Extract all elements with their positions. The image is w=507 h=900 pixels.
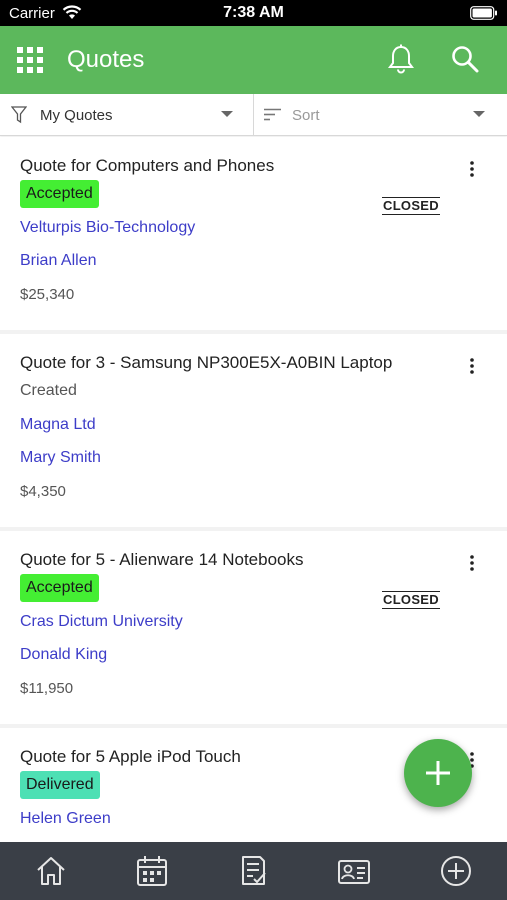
apps-grid-icon[interactable] [17, 47, 43, 73]
clock-time: 7:38 AM [223, 4, 284, 21]
status-badge: Accepted [20, 180, 99, 208]
quote-amount: $11,950 [20, 680, 74, 697]
chevron-down-icon [221, 111, 233, 117]
quote-card[interactable]: Quote for 5 - Alienware 14 Notebooks Acc… [0, 531, 507, 724]
more-options-icon[interactable] [462, 553, 482, 573]
filter-label: My Quotes [40, 107, 113, 124]
quote-list: Quote for Computers and Phones Accepted … [0, 137, 507, 842]
sort-label: Sort [292, 107, 320, 124]
account-link[interactable]: Velturpis Bio-Technology [20, 219, 195, 237]
add-circle-icon[interactable] [439, 854, 473, 888]
sort-icon [264, 108, 281, 126]
filter-sort-bar: My Quotes Sort [0, 94, 507, 136]
search-icon[interactable] [450, 44, 480, 74]
quote-card[interactable]: Quote for Computers and Phones Accepted … [0, 137, 507, 330]
contact-link[interactable]: Mary Smith [20, 449, 101, 467]
status-badge: Accepted [20, 574, 99, 602]
contact-card-icon[interactable] [337, 854, 371, 888]
status-badge: Delivered [20, 771, 100, 799]
account-link[interactable]: Magna Ltd [20, 416, 96, 434]
bell-icon[interactable] [387, 44, 415, 74]
add-quote-button[interactable] [404, 739, 472, 807]
quote-card[interactable]: Quote for 3 - Samsung NP300E5X-A0BIN Lap… [0, 334, 507, 527]
filter-icon [10, 106, 28, 129]
status-bar: Carrier 7:38 AM [0, 0, 507, 26]
closed-stamp: CLOSED [382, 197, 440, 215]
home-icon[interactable] [34, 854, 68, 888]
filter-dropdown[interactable]: My Quotes [0, 94, 254, 136]
quote-title: Quote for 5 Apple iPod Touch [20, 747, 241, 766]
contact-link[interactable]: Donald King [20, 646, 107, 664]
quote-title: Quote for 5 - Alienware 14 Notebooks [20, 550, 304, 569]
quote-amount: $25,340 [20, 286, 75, 303]
closed-stamp: CLOSED [382, 591, 440, 609]
battery-icon [470, 6, 498, 25]
page-title: Quotes [67, 46, 145, 73]
plus-icon [425, 760, 451, 791]
account-link[interactable]: Cras Dictum University [20, 613, 183, 631]
quote-amount: $4,350 [20, 483, 66, 500]
more-options-icon[interactable] [462, 356, 482, 376]
account-link[interactable]: Helen Green [20, 810, 111, 828]
calendar-icon[interactable] [135, 854, 169, 888]
bottom-tab-bar [0, 842, 507, 900]
chevron-down-icon [473, 111, 485, 117]
quote-title: Quote for 3 - Samsung NP300E5X-A0BIN Lap… [20, 353, 393, 372]
contact-link[interactable]: Brian Allen [20, 252, 97, 270]
app-header: Quotes [0, 26, 507, 94]
quote-title: Quote for Computers and Phones [20, 156, 275, 175]
status-text: Created [20, 382, 77, 399]
sort-dropdown[interactable]: Sort [255, 94, 507, 136]
checklist-icon[interactable] [236, 854, 270, 888]
more-options-icon[interactable] [462, 159, 482, 179]
